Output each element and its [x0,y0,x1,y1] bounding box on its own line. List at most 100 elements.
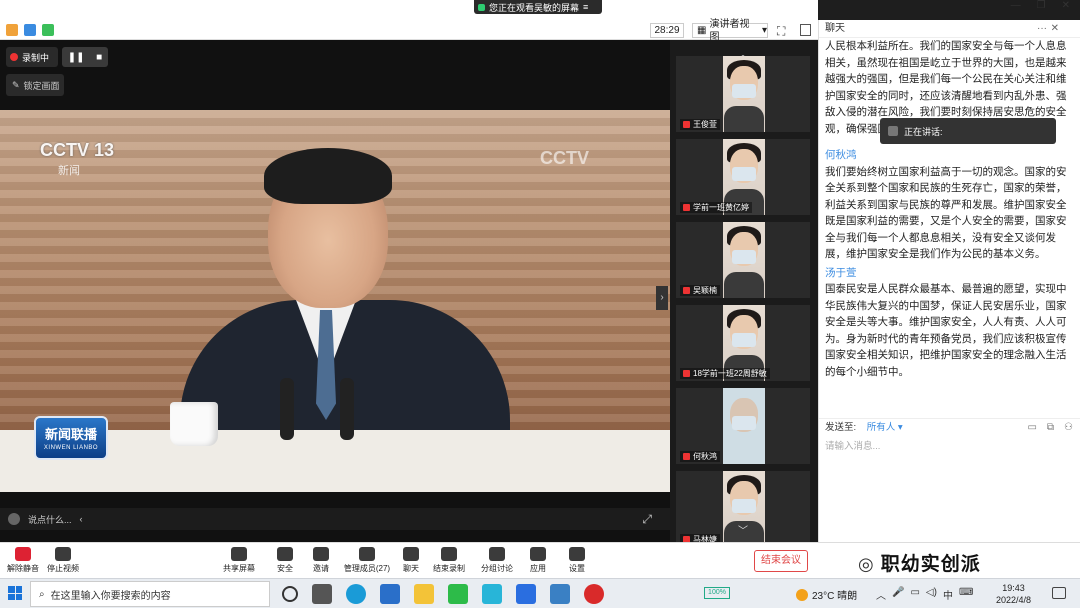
video-caption-bar: 说点什么... ‹ ⤢ [0,508,670,530]
restore-icon[interactable]: ❐ [1037,0,1046,11]
fullscreen-icon[interactable]: ⛶ [777,24,785,39]
mic-muted-icon [683,287,690,294]
chat-panel: 聊天 ··· ✕ 人民根本利益所在。我们的国家安全与每一个人息息相关，虽然现在祖… [818,20,1080,542]
task-view-icon[interactable] [312,584,332,604]
send-to-dropdown[interactable]: 所有人 ▾ [867,422,903,433]
expand-icon[interactable]: ⤢ [642,512,652,527]
weather-text: 23°C 晴朗 [812,591,858,602]
close-icon[interactable]: ✕ [1062,0,1070,11]
record-stop-icon [441,547,457,561]
meeting-toolbar: 解除静音 停止视频 共享屏幕 安全 邀请 管理成员(27) 聊天 结束录制 分组… [0,542,1080,578]
shield-icon[interactable] [24,24,36,36]
chevron-left-icon[interactable]: ‹ [80,514,83,524]
chat-input[interactable]: 请输入消息... [825,438,880,452]
teacup [170,402,218,446]
avatar [8,513,20,525]
chat-sender: 何秋鸿 [825,149,857,161]
notification-icon[interactable] [1052,587,1066,599]
chevron-right-icon[interactable]: › [656,286,668,310]
chat-message: 我们要始终树立国家利益高于一切的观念。国家的安全关系到整个国家和民族的生死存亡，… [825,165,1067,261]
share-banner[interactable]: 您正在观看吴敏的屏幕 ≡ [474,0,602,14]
file-icon[interactable]: ▭ [1027,419,1036,437]
search-icon: ⌕ [39,588,45,600]
send-to-label: 发送至: [825,422,857,433]
side-panel-icon[interactable] [800,24,811,36]
taskbar-apps [282,584,604,604]
network-icon[interactable]: ▭ [910,587,919,602]
breakout-button[interactable]: 分组讨论 [474,547,520,574]
minimize-icon[interactable]: — [1011,0,1021,11]
mic-icon[interactable]: 🎤 [892,587,904,602]
send-to-bar: 发送至: 所有人 ▾ ▭ ⧉ ⚇ [819,418,1080,436]
face-mask [732,250,756,264]
window-controls: — ❐ ✕ [990,0,1070,11]
recording-indicator: 录制中 [6,47,58,67]
user-icon[interactable]: ⚇ [1064,419,1073,437]
pause-icon[interactable]: ❚❚ [68,52,85,63]
caption-text[interactable]: 说点什么... [28,513,72,526]
stop-video-button[interactable]: 停止视频 [40,547,86,574]
view-mode-button[interactable]: ▦ 演讲者视图 ▾ [692,19,768,43]
send-to-value: 所有人 [866,422,896,433]
chat-sender: 汤于萱 [825,266,857,279]
participant-tile[interactable]: 何秋鸿 [676,388,810,464]
cctv-watermark-logo: CCTV [540,148,589,168]
speaker-hair [264,148,392,204]
mic-muted-icon [683,204,690,211]
stop-video-label: 停止视频 [47,564,79,573]
folder-icon[interactable] [414,584,434,604]
volume-icon[interactable]: ◁) [926,587,937,602]
photos-icon[interactable] [550,584,570,604]
lock-screen-button[interactable]: ✎ 锁定画面 [6,74,64,96]
stop-icon[interactable]: ■ [96,52,102,63]
close-icon[interactable]: ✕ [1051,20,1059,38]
weather-widget[interactable]: 23°C 晴朗 [796,587,857,602]
chevron-down-icon[interactable]: ﹀ [738,522,748,537]
cortana-icon[interactable] [282,586,298,602]
ime-indicator[interactable]: 中 [943,587,953,602]
wechat-icon[interactable] [448,584,468,604]
avatar [888,126,898,136]
settings-label: 设置 [569,564,585,573]
watermark-text: 职幼实创派 [880,554,981,575]
participant-tile[interactable]: 学前一班黄亿婷 [676,139,810,215]
edge-icon[interactable] [346,584,366,604]
info-icon[interactable] [6,24,18,36]
windows-start-icon[interactable] [8,586,22,600]
apps-icon [530,547,546,561]
participant-name-tag: 吴颖楠 [680,285,720,296]
share-screen-button[interactable]: 共享屏幕 [216,547,262,574]
face-mask [732,167,756,181]
participants-button[interactable]: 管理成员(27) [342,547,392,574]
signal-icon[interactable] [42,24,54,36]
face-mask [732,84,756,98]
clock-time: 19:43 [1002,583,1025,593]
chevron-up-icon[interactable]: ︿ [876,587,886,602]
end-record-button[interactable]: 结束录制 [426,547,472,574]
add-user-icon [313,547,329,561]
users-icon [359,547,375,561]
chevron-down-icon: ▾ [761,25,767,36]
more-icon[interactable]: ··· [1037,20,1047,38]
shared-screen-area: 录制中 ❚❚ ■ ✎ 锁定画面 CCTV 13 新闻 CCTV 新闻联播 XIN… [0,40,670,542]
participant-tile[interactable]: 王俊萱 [676,56,810,132]
participant-shoulders [724,272,764,298]
settings-button[interactable]: 设置 [554,547,600,574]
taskbar-clock[interactable]: 19:43 2022/4/8 [996,582,1031,606]
share-screen-label: 共享屏幕 [223,564,255,573]
invite-button[interactable]: 邀请 [298,547,344,574]
participant-name-tag: 学前一班黄亿婷 [680,202,752,213]
taskbar-search[interactable]: ⌕ 在这里输入你要搜索的内容 [30,581,270,607]
end-meeting-button[interactable]: 结束会议 [754,550,808,572]
music-icon[interactable] [584,584,604,604]
participant-tile[interactable]: 18学前一班22周舒敏 [676,305,810,381]
screenshot-icon[interactable]: ⧉ [1047,419,1054,437]
participant-name-tag: 王俊萱 [680,119,720,130]
recording-label: 录制中 [22,52,50,63]
participant-tile[interactable]: 吴颖楠 [676,222,810,298]
input-tool-icon[interactable]: ⌨ [959,587,973,602]
wechat-logo-icon: ◎ [858,554,875,574]
app-icon[interactable] [482,584,502,604]
meeting-app-icon[interactable] [516,584,536,604]
mail-icon[interactable] [380,584,400,604]
